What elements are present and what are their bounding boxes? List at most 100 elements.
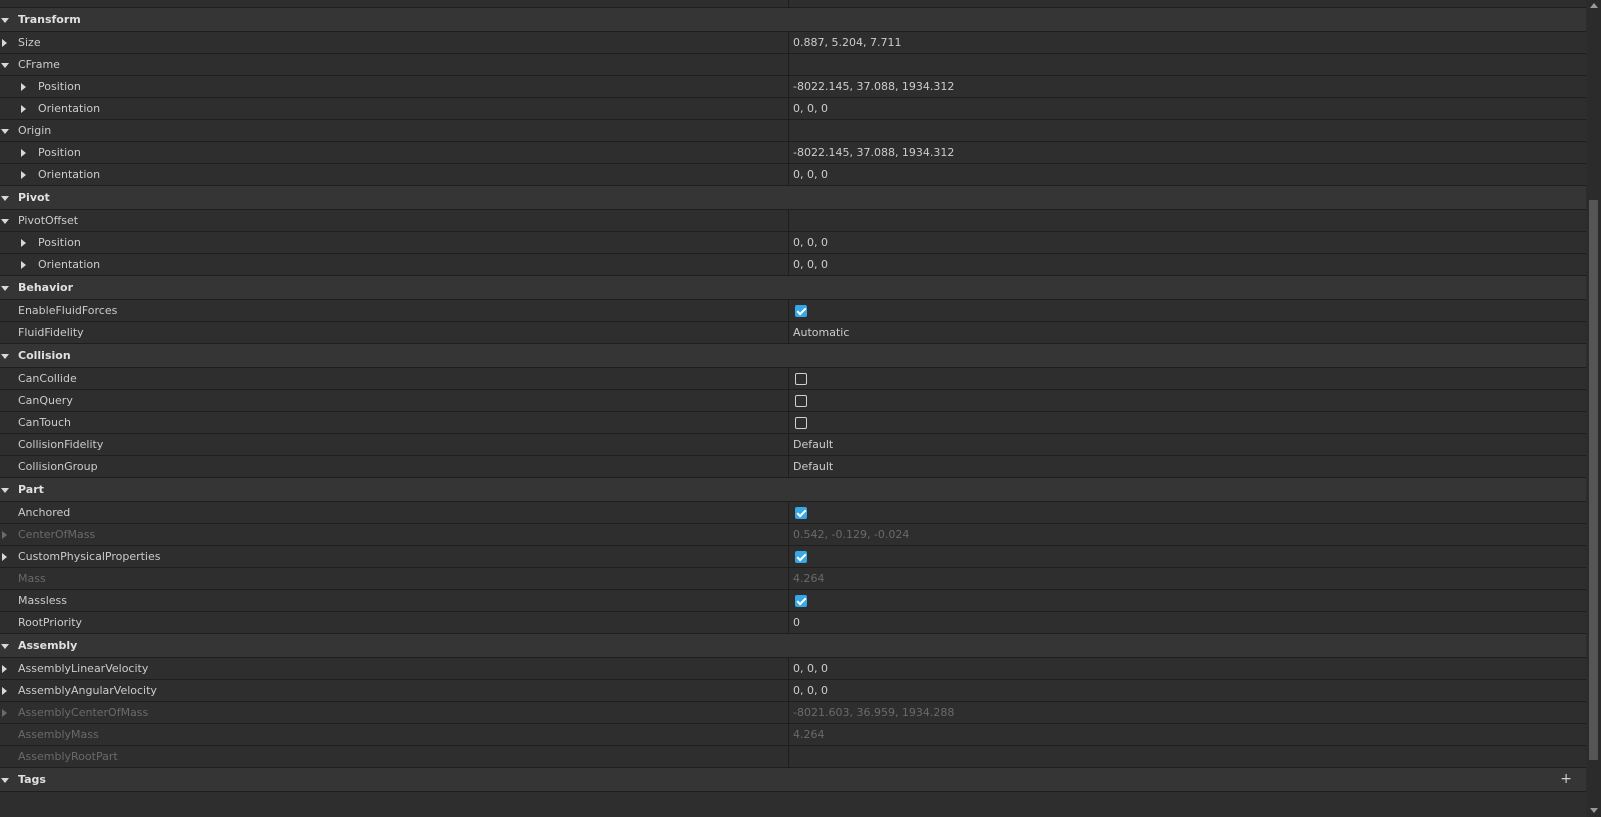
- scroll-down-arrow-icon[interactable]: [1590, 808, 1598, 813]
- plus-icon[interactable]: +: [1560, 770, 1572, 788]
- property-row-position[interactable]: Position 0, 0, 0: [0, 232, 1586, 254]
- property-checkbox[interactable]: [795, 595, 807, 607]
- property-row-assembly-mass[interactable]: AssemblyMass 4.264: [0, 724, 1586, 746]
- property-row-orientation[interactable]: Orientation 0, 0, 0: [0, 98, 1586, 120]
- triangle-down-icon[interactable]: [1, 487, 9, 493]
- property-label: Massless: [18, 594, 67, 607]
- triangle-down-icon[interactable]: [1, 62, 9, 68]
- property-label: Orientation: [38, 102, 101, 115]
- property-value[interactable]: 0: [793, 612, 800, 634]
- properties-list: Transform Size 0.887, 5.204, 7.711 CFrame Po…: [0, 8, 1586, 792]
- property-row-massless[interactable]: Massless: [0, 590, 1586, 612]
- property-row-collision-group[interactable]: CollisionGroup Default: [0, 456, 1586, 478]
- triangle-right-icon[interactable]: [2, 530, 7, 539]
- section-label: Assembly: [18, 639, 78, 652]
- property-row-assembly-angular-velocity[interactable]: AssemblyAngularVelocity 0, 0, 0: [0, 680, 1586, 702]
- section-header-part[interactable]: Part: [0, 478, 1586, 502]
- property-value[interactable]: -8022.145, 37.088, 1934.312: [793, 76, 954, 98]
- property-checkbox[interactable]: [795, 507, 807, 519]
- triangle-right-icon[interactable]: [21, 260, 26, 269]
- triangle-down-icon[interactable]: [1, 128, 9, 134]
- property-row-can-collide[interactable]: CanCollide: [0, 368, 1586, 390]
- property-value[interactable]: 0, 0, 0: [793, 680, 828, 702]
- property-label: Orientation: [38, 258, 101, 271]
- property-value[interactable]: 0.887, 5.204, 7.711: [793, 32, 901, 54]
- triangle-right-icon[interactable]: [2, 664, 7, 673]
- section-label: Pivot: [18, 191, 50, 204]
- property-row-size[interactable]: Size 0.887, 5.204, 7.711: [0, 32, 1586, 54]
- section-label: Transform: [18, 13, 81, 26]
- triangle-down-icon[interactable]: [1, 17, 9, 23]
- section-header-assembly[interactable]: Assembly: [0, 634, 1586, 658]
- triangle-right-icon[interactable]: [2, 708, 7, 717]
- property-row-anchored[interactable]: Anchored: [0, 502, 1586, 524]
- triangle-right-icon[interactable]: [21, 82, 26, 91]
- property-row-can-query[interactable]: CanQuery: [0, 390, 1586, 412]
- property-row-orientation[interactable]: Orientation 0, 0, 0: [0, 254, 1586, 276]
- triangle-right-icon[interactable]: [21, 148, 26, 157]
- property-row-origin[interactable]: Origin: [0, 120, 1586, 142]
- property-label: AssemblyLinearVelocity: [18, 662, 149, 675]
- triangle-right-icon[interactable]: [21, 238, 26, 247]
- property-row-center-of-mass[interactable]: CenterOfMass 0.542, -0.129, -0.024: [0, 524, 1586, 546]
- triangle-right-icon[interactable]: [2, 552, 7, 561]
- property-row-assembly-center-of-mass[interactable]: AssemblyCenterOfMass -8021.603, 36.959, 1…: [0, 702, 1586, 724]
- triangle-down-icon[interactable]: [1, 643, 9, 649]
- property-label: CustomPhysicalProperties: [18, 550, 161, 563]
- property-row-enable-fluid-forces[interactable]: EnableFluidForces: [0, 300, 1586, 322]
- property-value[interactable]: 0, 0, 0: [793, 98, 828, 120]
- section-header-behavior[interactable]: Behavior: [0, 276, 1586, 300]
- section-header-collision[interactable]: Collision: [0, 344, 1586, 368]
- property-label: CollisionFidelity: [18, 438, 104, 451]
- property-row-assembly-root-part[interactable]: AssemblyRootPart: [0, 746, 1586, 768]
- property-value[interactable]: Default: [793, 456, 833, 478]
- triangle-right-icon[interactable]: [21, 170, 26, 179]
- property-value[interactable]: 0, 0, 0: [793, 658, 828, 680]
- triangle-down-icon[interactable]: [1, 195, 9, 201]
- scroll-thumb[interactable]: [1589, 200, 1598, 760]
- property-row-root-priority[interactable]: RootPriority 0: [0, 612, 1586, 634]
- property-row-orientation[interactable]: Orientation 0, 0, 0: [0, 164, 1586, 186]
- property-row-assembly-linear-velocity[interactable]: AssemblyLinearVelocity 0, 0, 0: [0, 658, 1586, 680]
- property-value[interactable]: -8022.145, 37.088, 1934.312: [793, 142, 954, 164]
- property-value[interactable]: Automatic: [793, 322, 849, 344]
- previous-row-remnant: [0, 0, 1586, 8]
- property-checkbox[interactable]: [795, 305, 807, 317]
- property-value[interactable]: 0, 0, 0: [793, 232, 828, 254]
- property-label: CanTouch: [18, 416, 71, 429]
- property-checkbox[interactable]: [795, 551, 807, 563]
- property-label: RootPriority: [18, 616, 83, 629]
- property-row-custom-physical-properties[interactable]: CustomPhysicalProperties: [0, 546, 1586, 568]
- property-checkbox[interactable]: [795, 417, 807, 429]
- property-row-position[interactable]: Position -8022.145, 37.088, 1934.312: [0, 76, 1586, 98]
- property-value[interactable]: Default: [793, 434, 833, 456]
- scroll-up-arrow-icon[interactable]: [1590, 3, 1598, 8]
- property-row-fluid-fidelity[interactable]: FluidFidelity Automatic: [0, 322, 1586, 344]
- property-row-can-touch[interactable]: CanTouch: [0, 412, 1586, 434]
- property-value: 0.542, -0.129, -0.024: [793, 528, 910, 541]
- triangle-down-icon[interactable]: [1, 777, 9, 783]
- triangle-down-icon[interactable]: [1, 218, 9, 224]
- property-value[interactable]: 0, 0, 0: [793, 164, 828, 186]
- vertical-scrollbar[interactable]: [1586, 0, 1601, 817]
- property-row-cframe[interactable]: CFrame: [0, 54, 1586, 76]
- triangle-down-icon[interactable]: [1, 353, 9, 359]
- property-label: FluidFidelity: [18, 326, 84, 339]
- property-checkbox[interactable]: [795, 373, 807, 385]
- section-header-tags[interactable]: Tags +: [0, 768, 1586, 792]
- property-value: 4.264: [793, 572, 825, 585]
- triangle-right-icon[interactable]: [2, 38, 7, 47]
- section-header-pivot[interactable]: Pivot: [0, 186, 1586, 210]
- property-label: CFrame: [18, 58, 60, 71]
- triangle-right-icon[interactable]: [21, 104, 26, 113]
- property-value[interactable]: 0, 0, 0: [793, 254, 828, 276]
- property-label: AssemblyRootPart: [18, 750, 118, 763]
- triangle-right-icon[interactable]: [2, 686, 7, 695]
- section-header-transform[interactable]: Transform: [0, 8, 1586, 32]
- triangle-down-icon[interactable]: [1, 285, 9, 291]
- property-row-pivot-offset[interactable]: PivotOffset: [0, 210, 1586, 232]
- property-row-position[interactable]: Position -8022.145, 37.088, 1934.312: [0, 142, 1586, 164]
- property-checkbox[interactable]: [795, 395, 807, 407]
- property-row-mass[interactable]: Mass 4.264: [0, 568, 1586, 590]
- property-row-collision-fidelity[interactable]: CollisionFidelity Default: [0, 434, 1586, 456]
